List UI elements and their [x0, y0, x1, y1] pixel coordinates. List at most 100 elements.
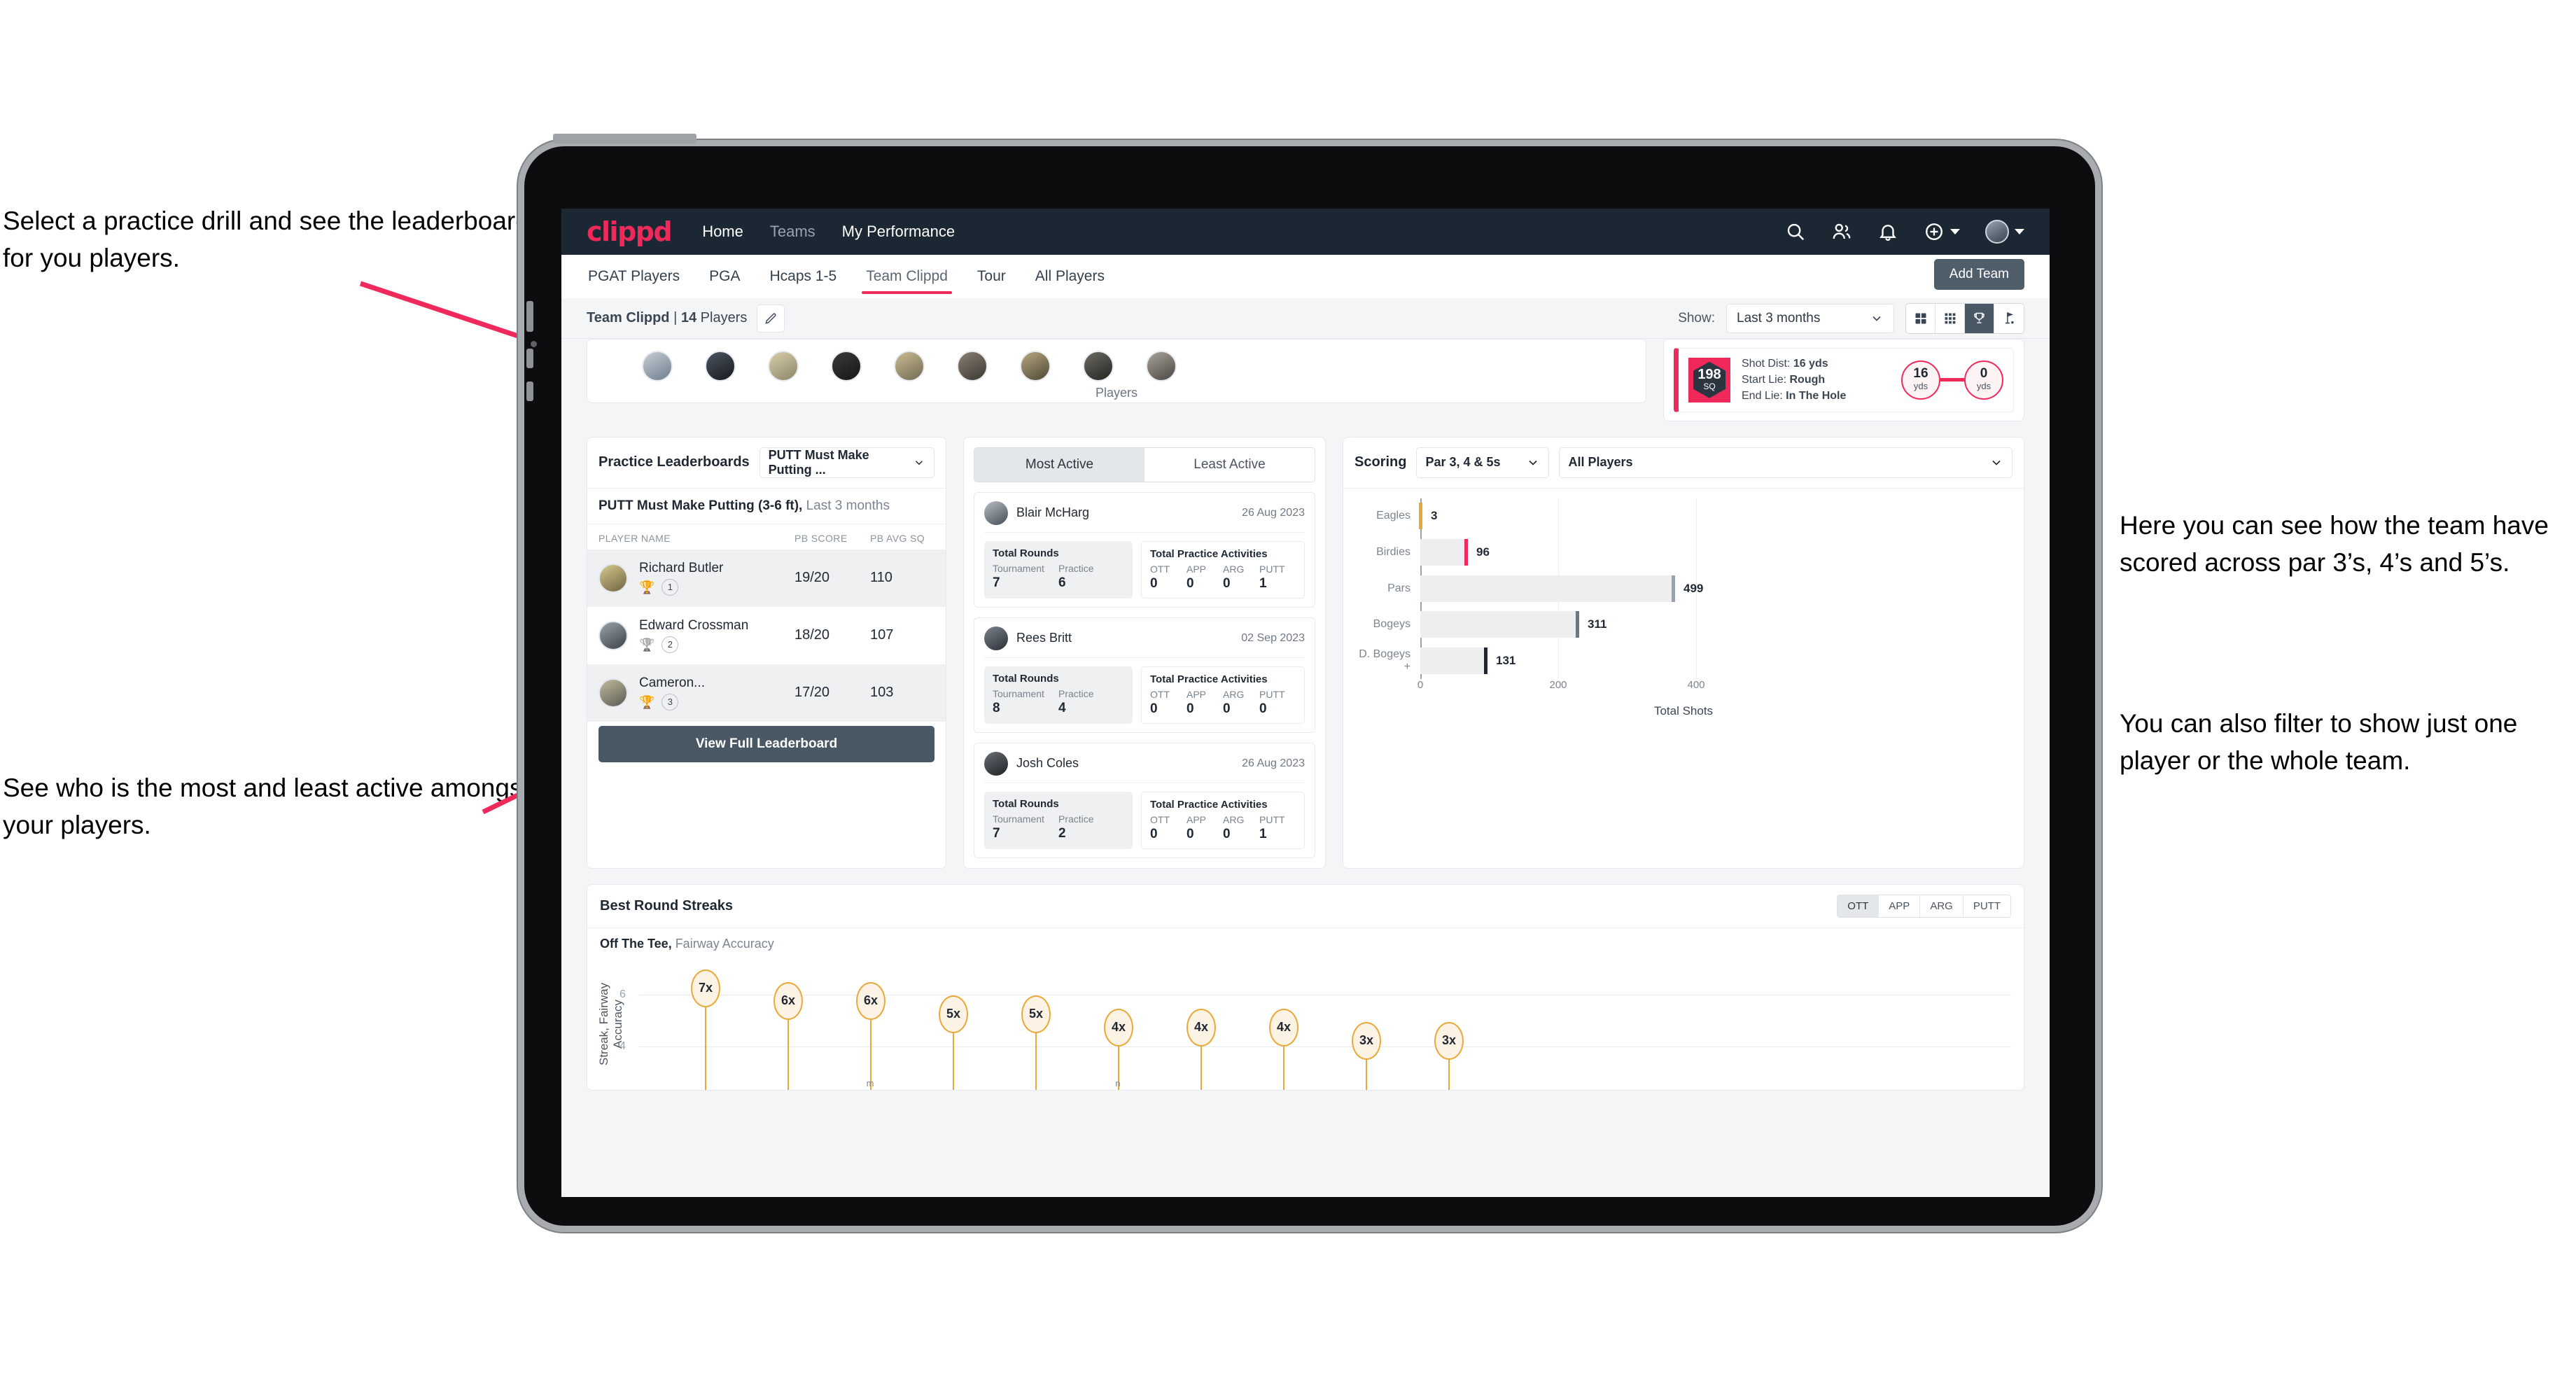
tablet-button-volume-up[interactable] — [526, 301, 533, 332]
arg-col: ARG 0 — [1223, 689, 1259, 717]
start-lie-value: Rough — [1789, 374, 1826, 386]
player-name: Blair McHarg — [1016, 505, 1090, 520]
player-avatar[interactable] — [642, 351, 673, 382]
tab-hcaps-1-5[interactable]: Hcaps 1-5 — [768, 255, 838, 298]
list-item[interactable]: Josh Coles 26 Aug 2023 Total Rounds Tour… — [974, 742, 1315, 858]
avatar — [984, 626, 1008, 650]
view-trophy-button[interactable] — [1965, 303, 1994, 333]
shot-end-marker: 0 yds — [1964, 360, 2003, 400]
bell-icon[interactable] — [1877, 221, 1898, 242]
activity-date: 26 Aug 2023 — [1242, 757, 1305, 769]
streak-marker[interactable]: 3x — [1434, 1021, 1464, 1090]
putt-col: PUTT 0 — [1259, 689, 1296, 717]
tablet-button-volume-down[interactable] — [526, 349, 533, 368]
app-col: APP 0 — [1186, 564, 1223, 592]
end-lie-label: End Lie: — [1742, 390, 1783, 402]
player-avatar[interactable] — [1020, 351, 1051, 382]
table-row[interactable]: Cameron... 🏆 3 17/20 103 — [587, 664, 946, 722]
edit-team-button[interactable] — [757, 304, 785, 332]
putt-col: PUTT 1 — [1259, 564, 1296, 592]
streaks-toggle-app[interactable]: APP — [1879, 895, 1921, 917]
streak-marker[interactable]: 3x — [1352, 1021, 1381, 1090]
view-grid-small-button[interactable] — [1935, 303, 1965, 333]
table-row[interactable]: Richard Butler 🏆 1 19/20 110 — [587, 549, 946, 607]
streak-marker[interactable]: 4x — [1186, 1008, 1216, 1090]
add-menu-button[interactable] — [1924, 221, 1960, 242]
view-flag-button[interactable] — [1994, 304, 2024, 333]
view-grid-large-button[interactable] — [1906, 303, 1935, 333]
player-avatar[interactable] — [1083, 351, 1114, 382]
scoring-bar — [1420, 611, 1579, 638]
avatar-list — [587, 340, 1646, 382]
streaks-xtick: m — [866, 1077, 874, 1088]
shot-sq-value: 198 — [1698, 366, 1721, 382]
people-icon[interactable] — [1831, 221, 1852, 242]
scoring-bar — [1420, 575, 1675, 602]
tab-most-active[interactable]: Most Active — [974, 447, 1144, 482]
grid-large-icon — [1915, 313, 1926, 323]
arg-value: 0 — [1223, 701, 1231, 716]
tab-tour[interactable]: Tour — [976, 255, 1007, 298]
streaks-toggle-putt[interactable]: PUTT — [1963, 895, 2010, 917]
player-avatar[interactable] — [705, 351, 736, 382]
streak-marker[interactable]: 5x — [1021, 995, 1051, 1090]
show-period-value: Last 3 months — [1737, 310, 1821, 326]
par-select-value: Par 3, 4 & 5s — [1425, 455, 1501, 470]
tab-team-clippd[interactable]: Team Clippd — [862, 255, 952, 298]
search-icon[interactable] — [1785, 221, 1806, 242]
tournament-value: 7 — [993, 825, 1000, 841]
player-name: Richard Butler — [639, 560, 724, 575]
add-team-button[interactable]: Add Team — [1933, 259, 2024, 290]
list-item[interactable]: Rees Britt 02 Sep 2023 Total Rounds Tour… — [974, 617, 1315, 733]
streaks-toggle-ott[interactable]: OTT — [1837, 895, 1879, 917]
player-filter-select[interactable]: All Players — [1559, 447, 2012, 478]
tab-pgat-players[interactable]: PGAT Players — [587, 255, 681, 298]
annotation-top-left: Select a practice drill and see the lead… — [3, 206, 530, 272]
streak-marker[interactable]: 7x — [691, 969, 720, 1090]
player-avatar[interactable] — [1146, 351, 1177, 382]
avatar[interactable] — [1985, 220, 2009, 244]
nav-link-teams[interactable]: Teams — [770, 223, 816, 241]
trophy-icon: 🏆 — [639, 637, 655, 652]
putt-value: 0 — [1259, 701, 1267, 716]
trophy-icon: 🏆 — [639, 694, 655, 709]
arg-col: ARG 0 — [1223, 564, 1259, 592]
nav-link-my-performance[interactable]: My Performance — [842, 223, 955, 241]
chevron-down-icon — [2015, 229, 2024, 234]
shot-dist-value: 16 yds — [1793, 358, 1828, 370]
scoring-value-birdies: 96 — [1476, 545, 1490, 559]
view-full-leaderboard-button[interactable]: View Full Leaderboard — [598, 725, 934, 762]
par-select[interactable]: Par 3, 4 & 5s — [1416, 447, 1550, 478]
player-avatar[interactable] — [957, 351, 988, 382]
player-avatar[interactable] — [768, 351, 799, 382]
list-item[interactable]: Blair McHarg 26 Aug 2023 Total Rounds To… — [974, 491, 1315, 608]
drill-select[interactable]: PUTT Must Make Putting ... — [759, 447, 934, 478]
tab-pga[interactable]: PGA — [708, 255, 741, 298]
streaks-toggle-arg[interactable]: ARG — [1920, 895, 1963, 917]
shot-connector-bar — [1940, 378, 1964, 382]
profile-menu-button[interactable] — [1985, 220, 2024, 244]
streaks-gridline-4 — [639, 1046, 2011, 1047]
column-player-name: PLAYER NAME — [598, 532, 671, 544]
grid-small-icon — [1945, 313, 1955, 323]
end-lie-line: End Lie: In The Hole — [1742, 388, 1846, 404]
nav-link-home[interactable]: Home — [702, 223, 743, 241]
tab-least-active[interactable]: Least Active — [1144, 447, 1315, 482]
start-lie-line: Start Lie: Rough — [1742, 372, 1846, 388]
streak-marker[interactable]: 6x — [774, 981, 803, 1090]
table-row[interactable]: Edward Crossman 🏆 2 18/20 107 — [587, 607, 946, 664]
clippd-logo[interactable]: clippd — [587, 216, 673, 247]
streak-marker[interactable]: 4x — [1269, 1008, 1298, 1090]
show-period-select[interactable]: Last 3 months — [1726, 303, 1894, 333]
plus-circle-icon[interactable] — [1924, 221, 1945, 242]
tournament-col: Tournament 7 — [993, 563, 1058, 591]
player-avatar[interactable] — [831, 351, 862, 382]
streak-marker[interactable]: 5x — [939, 995, 968, 1090]
app-value: 0 — [1186, 826, 1194, 841]
practice-label: Practice — [1058, 687, 1094, 699]
activity-card-header: Josh Coles 26 Aug 2023 — [984, 751, 1305, 783]
tab-all-players[interactable]: All Players — [1034, 255, 1106, 298]
player-avatar[interactable] — [894, 351, 925, 382]
practice-value: 2 — [1058, 825, 1066, 841]
tablet-button-power[interactable] — [526, 382, 533, 401]
